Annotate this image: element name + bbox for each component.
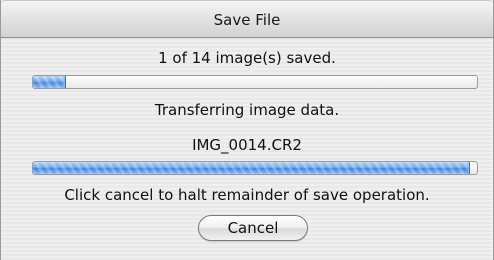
activity-label: Transferring image data. [154,101,340,119]
cancel-button[interactable]: Cancel [198,215,308,241]
saved-count-label: 1 of 14 image(s) saved. [158,49,336,67]
file-progress-bar [32,161,478,175]
file-progress-fill [33,162,471,174]
overall-progress-fill [33,76,67,88]
overall-progress-bar [32,75,478,89]
window-title: Save File [213,11,281,29]
instruction-label: Click cancel to halt remainder of save o… [64,186,430,204]
save-file-dialog: Save File 1 of 14 image(s) saved. Transf… [0,0,494,260]
title-bar[interactable]: Save File [1,0,493,38]
current-file-label: IMG_0014.CR2 [192,136,302,154]
